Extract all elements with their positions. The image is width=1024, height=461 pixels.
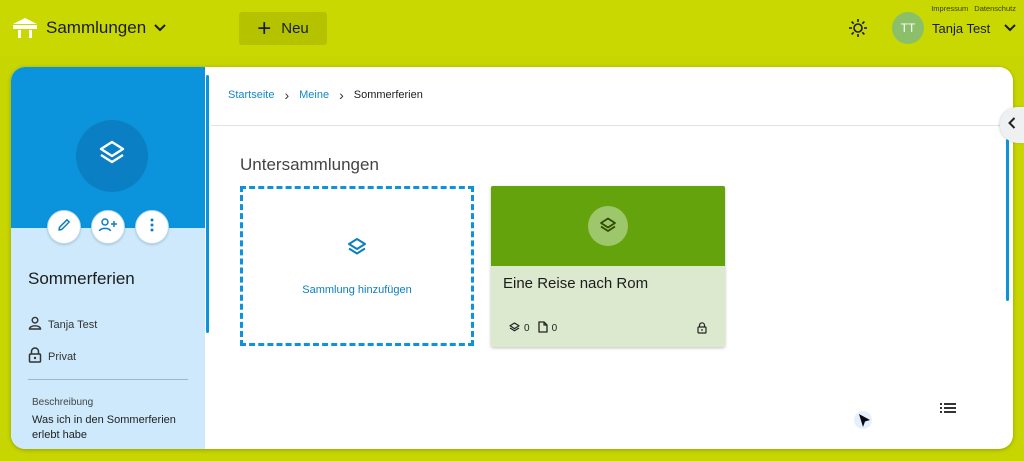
new-button-label: Neu xyxy=(281,20,309,37)
collection-card-stats: 0 0 xyxy=(509,321,557,336)
breadcrumb-divider xyxy=(211,125,1013,126)
content-area: Startseite › Meine › Sommerferien Unters… xyxy=(211,67,1013,449)
add-person-icon xyxy=(98,217,118,238)
sidebar-actions xyxy=(47,210,169,244)
sidebar-header xyxy=(11,67,205,228)
new-button[interactable]: + Neu xyxy=(239,12,327,45)
collection-owner: Tanja Test xyxy=(28,316,97,333)
plus-icon: + xyxy=(257,14,272,42)
collection-title: Sommerferien xyxy=(28,269,135,288)
visibility-label: Privat xyxy=(48,350,77,363)
material-count: 0 xyxy=(551,323,558,334)
content-scrollbar[interactable] xyxy=(1006,139,1009,301)
breadcrumb: Startseite › Meine › Sommerferien xyxy=(228,86,423,103)
owner-name: Tanja Test xyxy=(48,318,98,331)
main-panel: Sommerferien Tanja Test Privat Beschreib… xyxy=(11,67,1013,449)
chevron-right-icon: › xyxy=(339,86,344,103)
lock-icon xyxy=(28,347,42,366)
collection-card-header xyxy=(491,186,725,266)
add-collection-card[interactable]: Sammlung hinzufügen xyxy=(240,186,474,346)
breadcrumb-current: Sommerferien xyxy=(353,89,423,101)
top-bar: Sammlungen + Neu Impressum Datenschutz T… xyxy=(0,0,1024,56)
person-icon xyxy=(28,316,42,333)
sun-icon[interactable] xyxy=(848,18,868,38)
description-label: Beschreibung xyxy=(32,397,94,408)
collection-visibility: Privat xyxy=(28,347,76,366)
edit-button[interactable] xyxy=(47,210,81,244)
chevron-down-icon xyxy=(154,24,166,32)
more-vertical-icon xyxy=(150,218,154,237)
section-title: Untersammlungen xyxy=(240,155,379,174)
breadcrumb-home[interactable]: Startseite xyxy=(228,89,274,101)
brand-label: Sammlungen xyxy=(46,18,147,37)
file-icon xyxy=(537,321,548,336)
avatar: TT xyxy=(892,12,924,44)
breadcrumb-mine[interactable]: Meine xyxy=(299,89,329,101)
description-text: Was ich in den Sommerferien erlebt habe xyxy=(32,414,176,441)
mouse-cursor-icon xyxy=(853,410,875,432)
more-options-button[interactable] xyxy=(135,210,169,244)
collection-avatar xyxy=(76,120,148,192)
pencil-icon xyxy=(56,217,72,238)
collection-sidebar: Sommerferien Tanja Test Privat Beschreib… xyxy=(11,67,205,449)
user-menu[interactable]: TT Tanja Test xyxy=(892,12,1017,44)
layers-icon xyxy=(509,321,520,336)
layers-icon xyxy=(346,237,368,264)
sidebar-scrollbar[interactable] xyxy=(206,75,209,333)
collections-menu-button[interactable]: Sammlungen xyxy=(12,14,166,42)
sidebar-divider xyxy=(28,379,188,380)
roof-logo-icon xyxy=(12,17,38,39)
collection-card-title: Eine Reise nach Rom xyxy=(503,275,649,292)
add-collection-label: Sammlung hinzufügen xyxy=(302,283,412,296)
layers-icon xyxy=(97,139,127,174)
share-button[interactable] xyxy=(91,210,125,244)
list-view-icon[interactable] xyxy=(940,401,956,419)
chevron-down-icon xyxy=(1004,19,1017,37)
chevron-left-icon xyxy=(1008,116,1016,134)
user-name: Tanja Test xyxy=(932,20,991,36)
subcollection-count: 0 xyxy=(524,323,530,334)
layers-icon xyxy=(588,206,628,246)
lock-icon xyxy=(697,321,707,339)
collection-card[interactable]: Eine Reise nach Rom 0 0 xyxy=(491,186,725,347)
chevron-right-icon: › xyxy=(284,86,290,103)
